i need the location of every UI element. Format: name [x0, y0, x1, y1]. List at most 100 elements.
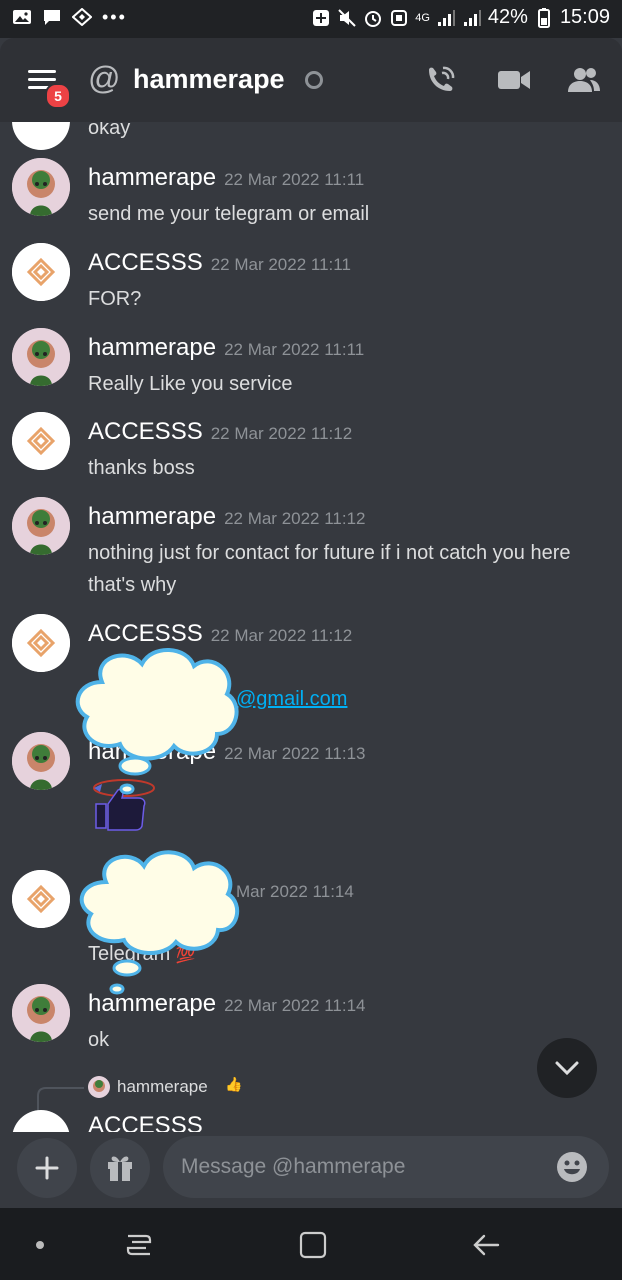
avatar[interactable] [12, 732, 70, 790]
accesss-logo-icon [12, 243, 70, 301]
accesss-logo-icon [12, 412, 70, 470]
message-author[interactable]: Mar 2022 11:14 [236, 876, 354, 906]
nfc-icon [391, 9, 408, 26]
ape-avatar-icon [12, 984, 70, 1042]
avatar[interactable] [12, 614, 70, 672]
signal-2-icon [463, 9, 481, 26]
redaction-bubble-icon [109, 983, 125, 995]
gift-button[interactable] [90, 1138, 150, 1198]
battery-percent: 42% [487, 6, 528, 28]
avatar[interactable] [12, 328, 70, 386]
author-name: ACCESSS [88, 418, 203, 445]
message-author[interactable]: hammerape 22 Mar 2022 11:12 [88, 503, 366, 533]
status-bar: ••• 4G 42% 15:09 [0, 0, 622, 38]
next-author-partial: ACCESSS [88, 1112, 203, 1132]
ape-avatar-icon [12, 732, 70, 790]
battery-icon [537, 7, 550, 28]
avatar[interactable] [12, 497, 70, 555]
author-name: hammerape [88, 503, 217, 530]
redaction-bubble-icon [112, 959, 142, 977]
alarm-icon [365, 10, 382, 27]
ape-avatar-icon [12, 158, 70, 216]
email-link-text: @gmail.com [236, 688, 348, 710]
accesss-logo-icon [12, 614, 70, 672]
mute-icon [338, 8, 356, 27]
message-text: ok [88, 1029, 110, 1051]
message-list[interactable]: okay hammerape 22 Mar 2022 11:11 send me … [0, 122, 622, 1132]
discord-dm-screen: ••• 4G 42% 15:09 5 @ hammerape okay hamm… [0, 0, 622, 1280]
redaction-bubble-icon [119, 783, 135, 795]
status-bar-left: ••• [12, 8, 127, 26]
nav-dot-icon [36, 1241, 44, 1249]
home-icon[interactable] [298, 1230, 328, 1260]
timestamp: 22 Mar 2022 11:11 [224, 170, 365, 189]
more-notifications-icon: ••• [102, 7, 127, 27]
timestamp: 22 Mar 2022 11:13 [224, 744, 366, 763]
author-name: ACCESSS [88, 249, 203, 276]
reply-avatar-icon [88, 1076, 110, 1098]
message-text: FOR? [88, 288, 142, 310]
message-composer: Message @hammerape [0, 1132, 622, 1208]
message-text: Really Like you service [88, 373, 293, 395]
timestamp: 22 Mar 2022 11:12 [224, 509, 366, 528]
redaction-cloud-icon [79, 850, 239, 956]
recent-apps-icon[interactable] [124, 1232, 154, 1258]
back-icon[interactable] [470, 1230, 502, 1260]
avatar[interactable] [12, 243, 70, 301]
message-author[interactable]: ACCESSS 22 Mar 2022 11:12 [88, 418, 352, 448]
message-author[interactable]: hammerape 22 Mar 2022 11:11 [88, 164, 364, 194]
message-text: nothing just for contact for future if i… [88, 542, 571, 596]
avatar[interactable] [12, 984, 70, 1042]
message-author[interactable]: hammerape 22 Mar 2022 11:11 [88, 334, 364, 364]
jump-to-latest-button[interactable] [537, 1038, 597, 1098]
avatar[interactable] [12, 122, 70, 150]
at-icon: @ [88, 60, 121, 96]
video-call-icon[interactable] [496, 64, 532, 96]
ape-avatar-icon [12, 497, 70, 555]
accesss-logo-icon [12, 870, 70, 928]
network-type: 4G [415, 11, 430, 24]
add-attachment-button[interactable] [17, 1138, 77, 1198]
emoji-picker-icon[interactable] [555, 1150, 589, 1184]
chevron-down-icon [555, 1061, 579, 1076]
ape-avatar-icon [12, 328, 70, 386]
chat-header: 5 @ hammerape [0, 38, 622, 122]
location-icon [72, 8, 92, 26]
avatar[interactable] [12, 870, 70, 928]
message-text: send me your telegram or email [88, 203, 370, 225]
author-name: hammerape [88, 334, 217, 361]
timestamp: 22 Mar 2022 11:11 [224, 340, 365, 359]
author-name: hammerape [88, 164, 217, 191]
redaction-cloud-icon [75, 648, 239, 761]
redaction-bubble-icon [118, 756, 152, 776]
message-input[interactable]: Message @hammerape [163, 1136, 609, 1198]
message-icon [44, 10, 60, 25]
message-author[interactable]: hammerape 22 Mar 2022 11:14 [88, 990, 366, 1020]
chat-title: hammerape [133, 64, 285, 94]
voice-call-icon[interactable] [423, 64, 459, 96]
message-author[interactable]: ACCESSS 22 Mar 2022 11:11 [88, 249, 351, 279]
status-bar-right: 4G 42% 15:09 [311, 6, 610, 29]
reply-author: hammerape [117, 1077, 208, 1096]
presence-status-icon [305, 71, 323, 89]
email-link[interactable]: @gmail.com [236, 683, 436, 715]
plus-icon [35, 1156, 59, 1180]
clock: 15:09 [559, 6, 610, 28]
system-nav-bar [0, 1208, 622, 1280]
unread-badge: 5 [45, 83, 71, 109]
timestamp: 22 Mar 2022 11:14 [224, 996, 366, 1015]
data-saver-icon [313, 9, 330, 26]
avatar[interactable] [12, 158, 70, 216]
message-input-placeholder: Message @hammerape [181, 1155, 406, 1178]
timestamp: 22 Mar 2022 11:12 [210, 424, 353, 443]
avatar[interactable] [12, 412, 70, 470]
gallery-icon [13, 10, 31, 24]
message-text: okay [88, 122, 131, 139]
signal-icon [437, 9, 455, 26]
reply-thumb-icon: 👍 [225, 1076, 243, 1092]
timestamp: Mar 2022 11:14 [236, 882, 354, 901]
gift-icon [108, 1156, 132, 1181]
timestamp: 22 Mar 2022 11:11 [210, 255, 351, 274]
message-text: thanks boss [88, 457, 195, 479]
members-icon[interactable] [566, 64, 602, 96]
